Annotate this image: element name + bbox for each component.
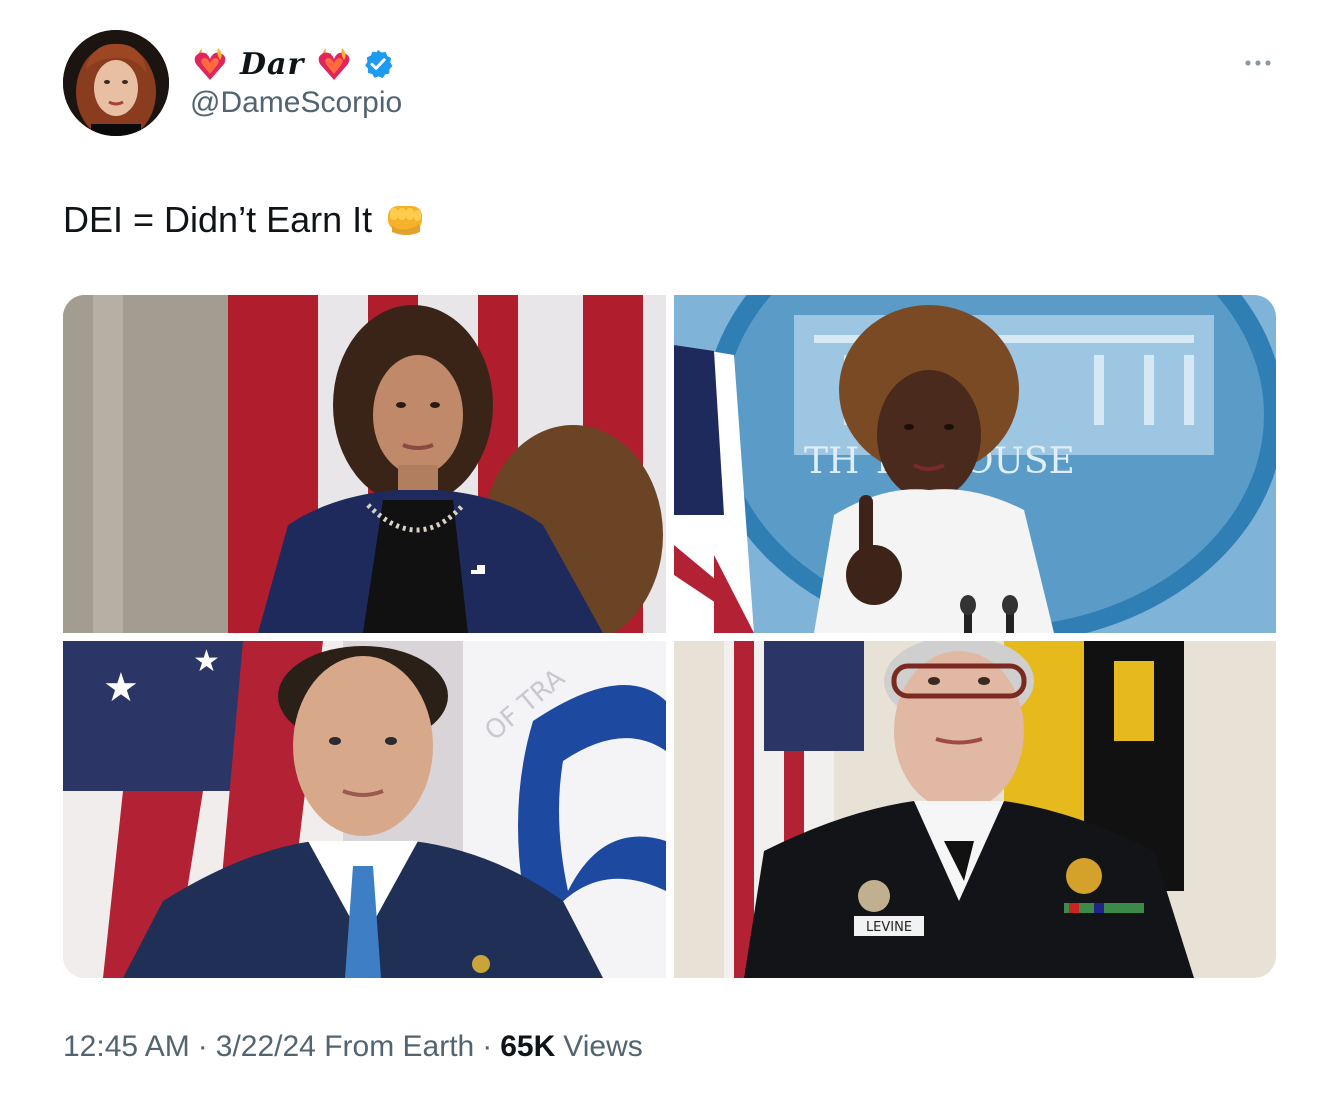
- avatar[interactable]: [63, 30, 169, 136]
- timestamp[interactable]: 12:45 AM: [63, 1030, 190, 1064]
- media-grid: TH TE HOUSE: [63, 295, 1276, 978]
- tweet-meta: 12:45 AM · 3/22/24 From Earth · 65K View…: [63, 1030, 643, 1064]
- svg-text:★: ★: [103, 666, 139, 710]
- oncoming-fist-icon: [384, 198, 428, 242]
- photo-2[interactable]: TH TE HOUSE: [674, 295, 1276, 633]
- photo-1[interactable]: [63, 295, 666, 633]
- more-icon: [1242, 58, 1274, 68]
- svg-text:★: ★: [193, 645, 220, 678]
- separator: ·: [197, 1030, 208, 1063]
- views-label: Views: [563, 1030, 643, 1063]
- heart-on-fire-icon: [190, 44, 230, 84]
- tweet: Dar @DameScorpio DEI = Didn’t Earn It TH…: [0, 0, 1334, 1095]
- display-name[interactable]: Dar: [236, 47, 308, 82]
- more-options-button[interactable]: [1238, 48, 1278, 78]
- verified-badge-icon[interactable]: [362, 48, 394, 80]
- date-source: 3/22/24 From Earth: [215, 1030, 475, 1063]
- views-count: 65K: [500, 1030, 556, 1063]
- photo-3[interactable]: ★ ★ OF TRA: [63, 641, 666, 978]
- author-name-row[interactable]: Dar: [190, 40, 394, 88]
- author-handle[interactable]: @DameScorpio: [190, 86, 402, 120]
- photo-4[interactable]: LEVINE: [674, 641, 1276, 978]
- heart-on-fire-icon: [314, 44, 354, 84]
- name-badge-text: LEVINE: [866, 920, 912, 935]
- separator: ·: [482, 1030, 493, 1063]
- tweet-text: DEI = Didn’t Earn It: [63, 198, 428, 242]
- tweet-text-content: DEI = Didn’t Earn It: [63, 199, 373, 240]
